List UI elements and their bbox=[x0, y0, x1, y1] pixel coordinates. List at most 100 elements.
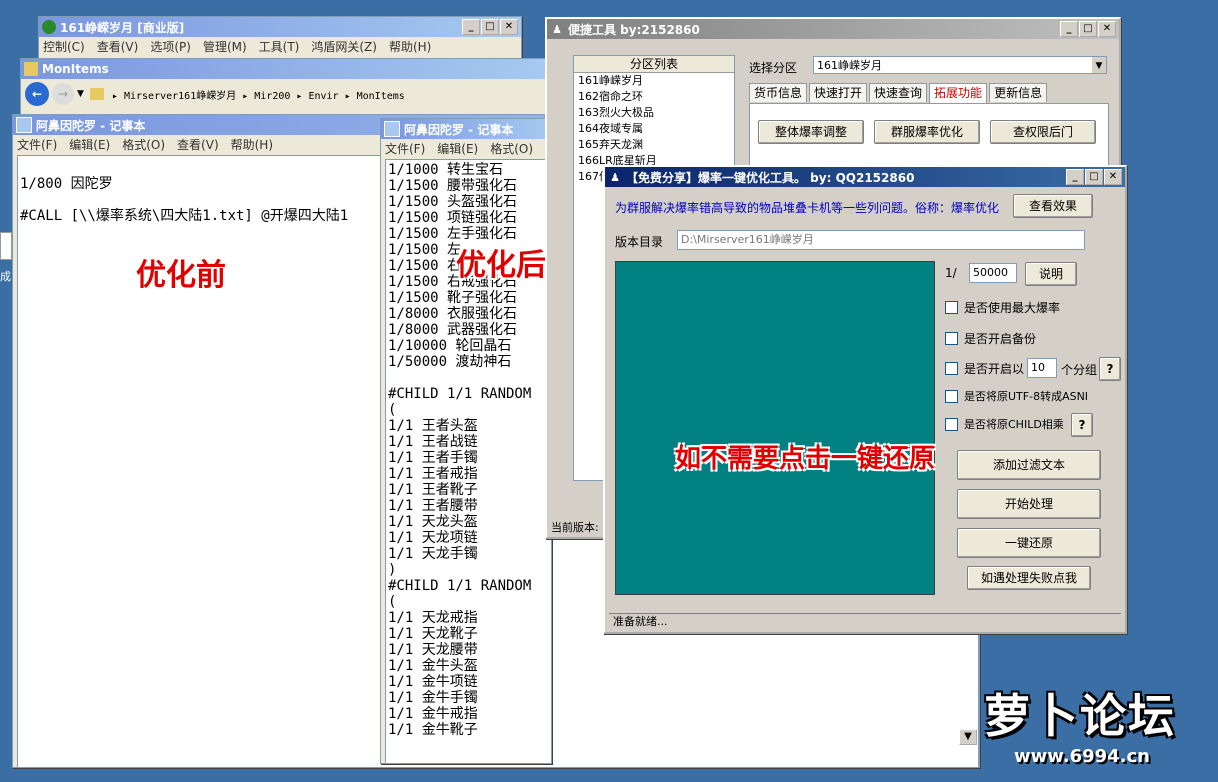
text-line: #CHILD 1/1 RANDOM bbox=[388, 578, 532, 594]
group-help-button[interactable]: ? bbox=[1099, 357, 1121, 381]
server-manager-titlebar[interactable]: 161峥嵘岁月 [商业版] _ □ ✕ bbox=[39, 17, 521, 37]
restore-button[interactable]: 一键还原 bbox=[957, 528, 1101, 558]
partition-list-item[interactable]: 164夜域专属 bbox=[578, 121, 734, 137]
chevron-down-icon[interactable]: ▼ bbox=[77, 89, 84, 99]
text-line: 1/1500 项链强化石 bbox=[388, 210, 518, 226]
menu-item[interactable]: 管理(M) bbox=[203, 38, 247, 55]
menu-item[interactable]: 选项(P) bbox=[150, 38, 191, 55]
partition-list-item[interactable]: 162宿命之环 bbox=[578, 89, 734, 105]
partition-list-item[interactable]: 163烈火大极品 bbox=[578, 105, 734, 121]
checkbox-box[interactable] bbox=[945, 301, 958, 314]
preview-panel[interactable] bbox=[615, 261, 935, 595]
max-rate-checkbox[interactable]: 是否使用最大爆率 bbox=[945, 299, 1060, 316]
checkbox-box[interactable] bbox=[945, 417, 958, 431]
text-line: ( bbox=[388, 594, 397, 610]
menu-item[interactable]: 文件(F) bbox=[385, 140, 425, 157]
chevron-down-icon[interactable]: ▼ bbox=[1092, 57, 1106, 73]
partition-list-item[interactable]: 165弃天龙渊 bbox=[578, 137, 734, 153]
address-path[interactable]: ▸ Mirserver161峥嵘岁月 ▸ Mir200 ▸ Envir ▸ Mo… bbox=[112, 87, 405, 102]
tab-4[interactable]: 更新信息 bbox=[989, 83, 1048, 102]
group-count-input[interactable]: 10 bbox=[1027, 358, 1057, 378]
menu-item[interactable]: 工具(T) bbox=[259, 38, 300, 55]
menu-item[interactable]: 鸿盾网关(Z) bbox=[311, 38, 377, 55]
folder-window: MonItems ← → ▼ ▸ Mirserver161峥嵘岁月 ▸ Mir2… bbox=[20, 58, 552, 120]
group-checkbox[interactable]: 是否开启以 bbox=[945, 360, 1024, 377]
overall-rate-button[interactable]: 整体爆率调整 bbox=[758, 120, 864, 144]
watermark-logo: 萝卜论坛 www.6994.cn bbox=[984, 680, 1214, 778]
explain-button[interactable]: 说明 bbox=[1025, 262, 1077, 286]
utf8-checkbox[interactable]: 是否将原UTF-8转成ASNI bbox=[945, 388, 1088, 404]
group-label-pre: 是否开启以 bbox=[964, 362, 1025, 376]
menu-item[interactable]: 文件(F) bbox=[17, 136, 57, 153]
start-process-button[interactable]: 开始处理 bbox=[957, 489, 1101, 519]
checkbox-box[interactable] bbox=[945, 389, 958, 403]
minimize-button[interactable]: _ bbox=[462, 19, 480, 35]
menu-item[interactable]: 查看(V) bbox=[97, 38, 139, 55]
forward-arrow-icon[interactable]: → bbox=[52, 83, 74, 105]
checkbox-box[interactable] bbox=[945, 332, 958, 345]
text-line: 1/1 金牛项链 bbox=[388, 674, 478, 690]
folder-small-icon bbox=[89, 88, 104, 100]
person-icon: ♟ bbox=[552, 22, 562, 36]
minimize-button[interactable]: _ bbox=[1066, 169, 1084, 185]
tab-2[interactable]: 快速查询 bbox=[869, 83, 928, 102]
close-button[interactable]: ✕ bbox=[1098, 21, 1116, 37]
optimizer-status: 准备就绪... bbox=[609, 613, 1121, 630]
version-dir-field[interactable]: D:\Mirserver161峥嵘岁月 bbox=[677, 230, 1085, 250]
child-checkbox[interactable]: 是否将原CHILD相乘 bbox=[945, 416, 1064, 432]
close-button[interactable]: ✕ bbox=[1104, 169, 1122, 185]
back-arrow-icon[interactable]: ← bbox=[25, 82, 49, 106]
close-button[interactable]: ✕ bbox=[500, 19, 518, 35]
menu-item[interactable]: 查看(V) bbox=[177, 136, 219, 153]
notepad-after-titlebar[interactable]: 阿鼻因陀罗 - 记事本 bbox=[381, 119, 551, 139]
optimizer-title: 【免费分享】爆率一键优化工具。 by: QQ2152860 bbox=[626, 170, 915, 185]
menu-item[interactable]: 格式(O) bbox=[122, 136, 165, 153]
text-line: #CHILD 1/1 RANDOM bbox=[388, 386, 532, 402]
minimize-button[interactable]: _ bbox=[1060, 21, 1078, 37]
view-effect-button[interactable]: 查看效果 bbox=[1013, 194, 1093, 218]
add-filter-button[interactable]: 添加过滤文本 bbox=[957, 450, 1101, 480]
text-line: 1/1500 腰带强化石 bbox=[388, 178, 518, 194]
menu-item[interactable]: 编辑(E) bbox=[437, 140, 478, 157]
optimizer-titlebar[interactable]: ♟ 【免费分享】爆率一键优化工具。 by: QQ2152860 _ □ ✕ bbox=[605, 167, 1125, 187]
folder-title: MonItems bbox=[42, 62, 109, 76]
quick-tool-titlebar[interactable]: ♟ 便捷工具 by:2152860 _ □ ✕ bbox=[547, 19, 1119, 39]
folder-titlebar[interactable]: MonItems bbox=[21, 59, 551, 79]
menu-item[interactable]: 帮助(H) bbox=[389, 38, 431, 55]
select-partition-label: 选择分区 bbox=[749, 61, 798, 75]
menu-item[interactable]: 控制(C) bbox=[43, 38, 85, 55]
notepad-before-title: 阿鼻因陀罗 - 记事本 bbox=[36, 118, 146, 133]
check-backdoor-button[interactable]: 查权限后门 bbox=[990, 120, 1096, 144]
menu-item[interactable]: 帮助(H) bbox=[231, 136, 273, 153]
maximize-button[interactable]: □ bbox=[1079, 21, 1097, 37]
child-help-button[interactable]: ? bbox=[1071, 413, 1093, 437]
tab-3[interactable]: 拓展功能 bbox=[929, 83, 988, 104]
scroll-down-icon[interactable]: ▼ bbox=[959, 729, 977, 745]
text-line: 1/1 王者靴子 bbox=[388, 482, 478, 498]
before-label: 优化前 bbox=[136, 258, 226, 293]
tab-1[interactable]: 快速打开 bbox=[809, 83, 868, 102]
text-line bbox=[388, 370, 551, 386]
text-line: 1/1000 转生宝石 bbox=[388, 162, 504, 178]
person-icon: ♟ bbox=[610, 170, 620, 184]
partition-select[interactable]: 161峥嵘岁月 ▼ bbox=[813, 56, 1107, 74]
failure-help-button[interactable]: 如遇处理失败点我 bbox=[967, 566, 1091, 590]
tab-0[interactable]: 货币信息 bbox=[749, 83, 808, 102]
text-line: 1/1 王者戒指 bbox=[388, 466, 478, 482]
app-icon bbox=[42, 20, 56, 34]
checkbox-box[interactable] bbox=[945, 362, 958, 375]
group-rate-optimize-button[interactable]: 群服爆率优化 bbox=[874, 120, 980, 144]
maximize-button[interactable]: □ bbox=[481, 19, 499, 35]
menu-item[interactable]: 格式(O) bbox=[490, 140, 533, 157]
notepad-after-title: 阿鼻因陀罗 - 记事本 bbox=[404, 122, 514, 137]
partition-list-header[interactable]: 分区列表 bbox=[574, 56, 734, 73]
partition-list-item[interactable]: 161峥嵘岁月 bbox=[578, 73, 734, 89]
optimizer-description: 为群服解决爆率错高导致的物品堆叠卡机等一些列问题。俗称：爆率优化 bbox=[615, 201, 1000, 215]
text-line: 1/1 金牛手镯 bbox=[388, 690, 478, 706]
text-line: 1/1500 头盔强化石 bbox=[388, 194, 518, 210]
menu-item[interactable]: 编辑(E) bbox=[69, 136, 110, 153]
text-line: 1/10000 轮回晶石 bbox=[388, 338, 512, 354]
maximize-button[interactable]: □ bbox=[1085, 169, 1103, 185]
rate-input[interactable]: 50000 bbox=[969, 263, 1017, 283]
backup-checkbox[interactable]: 是否开启备份 bbox=[945, 330, 1036, 347]
